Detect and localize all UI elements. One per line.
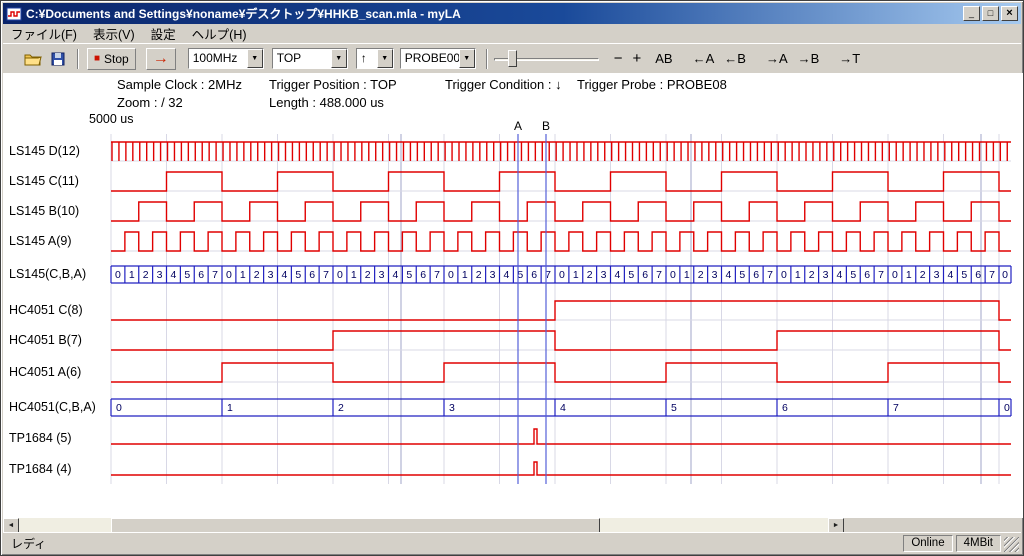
svg-text:B: B — [542, 119, 550, 133]
svg-text:3: 3 — [449, 402, 455, 414]
svg-text:6: 6 — [642, 269, 648, 281]
channel-label: LS145 C(11) — [9, 174, 79, 188]
svg-text:3: 3 — [712, 269, 718, 281]
svg-text:5: 5 — [739, 269, 745, 281]
svg-text:4: 4 — [393, 269, 399, 281]
svg-text:7: 7 — [656, 269, 662, 281]
svg-text:3: 3 — [157, 269, 163, 281]
svg-text:5: 5 — [671, 402, 677, 414]
svg-text:7: 7 — [989, 269, 995, 281]
resize-grip[interactable] — [1004, 537, 1019, 552]
svg-text:1: 1 — [227, 402, 233, 414]
svg-text:6: 6 — [975, 269, 981, 281]
svg-text:4: 4 — [504, 269, 510, 281]
svg-text:3: 3 — [601, 269, 607, 281]
svg-text:6: 6 — [198, 269, 204, 281]
channel-label: HC4051 B(7) — [9, 333, 82, 347]
waveform-area[interactable]: 0123456701234567012345670123456701234567… — [1, 1, 1024, 556]
svg-text:2: 2 — [587, 269, 593, 281]
svg-text:5: 5 — [517, 269, 523, 281]
svg-text:4: 4 — [615, 269, 621, 281]
status-online-badge: Online — [903, 535, 952, 552]
svg-text:1: 1 — [684, 269, 690, 281]
svg-text:0: 0 — [670, 269, 676, 281]
svg-text:0: 0 — [1002, 269, 1008, 281]
svg-text:2: 2 — [809, 269, 815, 281]
svg-text:7: 7 — [878, 269, 884, 281]
svg-text:1: 1 — [906, 269, 912, 281]
svg-text:2: 2 — [698, 269, 704, 281]
svg-text:0: 0 — [115, 269, 121, 281]
svg-text:7: 7 — [212, 269, 218, 281]
svg-text:0: 0 — [337, 269, 343, 281]
svg-text:3: 3 — [823, 269, 829, 281]
svg-text:7: 7 — [323, 269, 329, 281]
channel-label: LS145 A(9) — [9, 234, 72, 248]
svg-text:0: 0 — [116, 402, 122, 414]
svg-text:7: 7 — [545, 269, 551, 281]
channel-label: TP1684 (5) — [9, 431, 72, 445]
svg-text:0: 0 — [892, 269, 898, 281]
svg-text:1: 1 — [462, 269, 468, 281]
channel-label: LS145 D(12) — [9, 144, 80, 158]
svg-text:4: 4 — [560, 402, 566, 414]
svg-text:4: 4 — [948, 269, 954, 281]
svg-text:4: 4 — [171, 269, 177, 281]
svg-text:1: 1 — [240, 269, 246, 281]
channel-label: LS145 B(10) — [9, 204, 79, 218]
svg-text:5: 5 — [850, 269, 856, 281]
status-memory-badge: 4MBit — [956, 535, 1001, 552]
svg-text:3: 3 — [379, 269, 385, 281]
svg-text:4: 4 — [282, 269, 288, 281]
svg-text:0: 0 — [1004, 402, 1010, 414]
channel-label: TP1684 (4) — [9, 462, 72, 476]
waveform-plot: 0123456701234567012345670123456701234567… — [1, 1, 1024, 556]
svg-text:2: 2 — [476, 269, 482, 281]
svg-text:6: 6 — [531, 269, 537, 281]
svg-text:1: 1 — [573, 269, 579, 281]
svg-text:4: 4 — [837, 269, 843, 281]
svg-text:1: 1 — [129, 269, 135, 281]
svg-text:2: 2 — [254, 269, 260, 281]
svg-text:A: A — [514, 119, 522, 133]
svg-text:5: 5 — [184, 269, 190, 281]
svg-text:6: 6 — [782, 402, 788, 414]
svg-text:0: 0 — [781, 269, 787, 281]
svg-text:0: 0 — [226, 269, 232, 281]
svg-text:1: 1 — [351, 269, 357, 281]
svg-text:6: 6 — [864, 269, 870, 281]
svg-text:0: 0 — [448, 269, 454, 281]
svg-text:2: 2 — [920, 269, 926, 281]
app-window: C:¥Documents and Settings¥noname¥デスクトップ¥… — [0, 0, 1024, 556]
svg-text:1: 1 — [795, 269, 801, 281]
svg-text:2: 2 — [338, 402, 344, 414]
svg-text:6: 6 — [420, 269, 426, 281]
status-bar: レディ Online 4MBit — [3, 532, 1021, 553]
svg-text:7: 7 — [434, 269, 440, 281]
svg-text:2: 2 — [365, 269, 371, 281]
svg-text:4: 4 — [726, 269, 732, 281]
svg-text:6: 6 — [309, 269, 315, 281]
svg-text:5: 5 — [295, 269, 301, 281]
svg-text:3: 3 — [268, 269, 274, 281]
channel-label-column: LS145 D(12) LS145 C(11) LS145 B(10) LS145 A… — [1, 1, 1024, 556]
channel-label: LS145(C,B,A) — [9, 267, 86, 281]
svg-text:5: 5 — [961, 269, 967, 281]
channel-label: HC4051 A(6) — [9, 365, 81, 379]
svg-text:6: 6 — [753, 269, 759, 281]
channel-label: HC4051 C(8) — [9, 303, 83, 317]
channel-label: HC4051(C,B,A) — [9, 400, 96, 414]
status-message: レディ — [5, 535, 900, 552]
svg-text:7: 7 — [893, 402, 899, 414]
svg-text:3: 3 — [934, 269, 940, 281]
svg-text:7: 7 — [767, 269, 773, 281]
svg-text:5: 5 — [628, 269, 634, 281]
svg-text:2: 2 — [143, 269, 149, 281]
svg-text:5: 5 — [406, 269, 412, 281]
svg-text:3: 3 — [490, 269, 496, 281]
svg-text:0: 0 — [559, 269, 565, 281]
